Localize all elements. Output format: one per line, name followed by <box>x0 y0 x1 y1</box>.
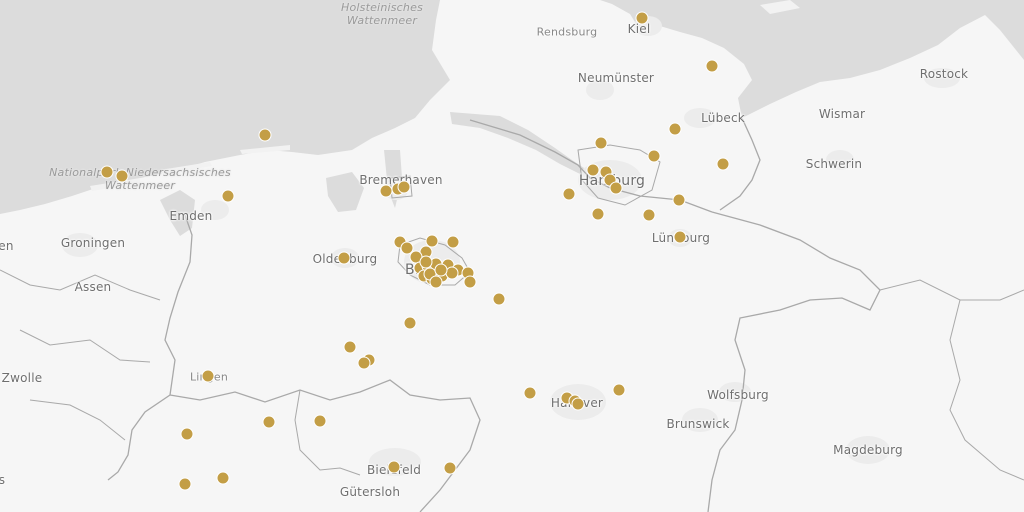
location-dot-icon[interactable] <box>397 180 411 194</box>
location-dot-icon[interactable] <box>403 316 417 330</box>
location-dot-icon[interactable] <box>716 157 730 171</box>
location-dot-icon[interactable] <box>216 471 230 485</box>
location-dot-icon[interactable] <box>115 169 129 183</box>
location-dot-icon[interactable] <box>178 477 192 491</box>
location-dot-icon[interactable] <box>562 187 576 201</box>
location-dot-icon[interactable] <box>343 340 357 354</box>
location-dot-icon[interactable] <box>434 263 448 277</box>
location-dot-icon[interactable] <box>668 122 682 136</box>
location-dot-icon[interactable] <box>313 414 327 428</box>
markers-layer <box>100 11 730 491</box>
location-dot-icon[interactable] <box>463 275 477 289</box>
location-dot-icon[interactable] <box>445 266 459 280</box>
location-dot-icon[interactable] <box>673 230 687 244</box>
location-dot-icon[interactable] <box>672 193 686 207</box>
location-dot-icon[interactable] <box>609 181 623 195</box>
location-dot-icon[interactable] <box>642 208 656 222</box>
location-dot-icon[interactable] <box>221 189 235 203</box>
location-dot-icon[interactable] <box>443 461 457 475</box>
location-dot-icon[interactable] <box>180 427 194 441</box>
location-dot-icon[interactable] <box>400 241 414 255</box>
location-dot-icon[interactable] <box>523 386 537 400</box>
location-dot-icon[interactable] <box>446 235 460 249</box>
location-dot-icon[interactable] <box>379 184 393 198</box>
location-dot-icon[interactable] <box>586 163 600 177</box>
location-dot-icon[interactable] <box>262 415 276 429</box>
location-dot-icon[interactable] <box>201 369 215 383</box>
location-dot-icon[interactable] <box>425 234 439 248</box>
location-dot-icon[interactable] <box>357 356 371 370</box>
location-dot-icon[interactable] <box>429 275 443 289</box>
location-dot-icon[interactable] <box>387 460 401 474</box>
location-dot-icon[interactable] <box>571 397 585 411</box>
location-dot-icon[interactable] <box>419 255 433 269</box>
map-canvas[interactable]: Holsteinisches Wattenmeer Nationalpark N… <box>0 0 1024 512</box>
location-dot-icon[interactable] <box>705 59 719 73</box>
location-dot-icon[interactable] <box>100 165 114 179</box>
location-dot-icon[interactable] <box>647 149 661 163</box>
location-dot-icon[interactable] <box>337 251 351 265</box>
location-dot-icon[interactable] <box>635 11 649 25</box>
location-dot-icon[interactable] <box>591 207 605 221</box>
location-dot-icon[interactable] <box>492 292 506 306</box>
location-dot-icon[interactable] <box>612 383 626 397</box>
location-dot-icon[interactable] <box>258 128 272 142</box>
location-dot-icon[interactable] <box>594 136 608 150</box>
